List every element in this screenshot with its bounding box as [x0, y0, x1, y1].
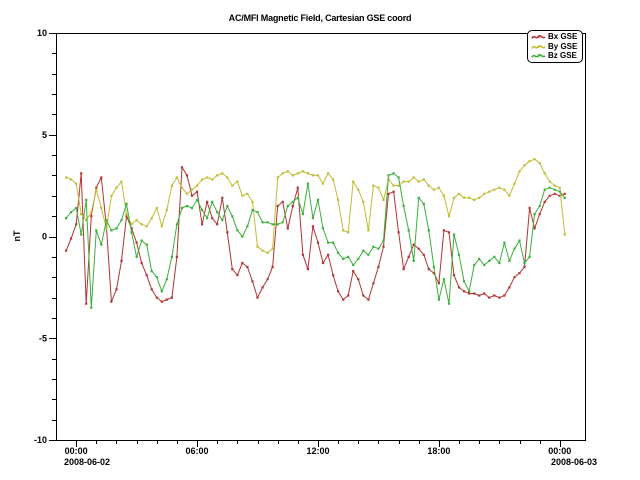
x-tick-label: 06:00 [186, 446, 209, 456]
bz-line-sample-icon [531, 52, 546, 60]
y-tick-label: 5 [42, 130, 47, 140]
tick-label-layer: 10 5 0 -5 -10 00:00 06:00 12:00 18:00 00:00 [34, 28, 571, 456]
series-line-bx-gse [66, 167, 565, 303]
chart-title: AC/MFI Magnetic Field, Cartesian GSE coo… [229, 13, 412, 23]
series-markers-bz-gse [65, 172, 566, 309]
x-tick-label: 18:00 [427, 446, 450, 456]
x-axis-date-left: 2008-06-02 [64, 457, 110, 467]
y-axis-title: nT [12, 230, 22, 241]
bx-line-sample-icon [531, 33, 546, 41]
y-tick-label: 0 [42, 232, 47, 242]
x-tick-label: 00:00 [65, 446, 88, 456]
y-tick-label: -5 [39, 333, 47, 343]
legend-label-bx: Bx GSE [548, 33, 577, 41]
x-axis-date-right: 2008-06-03 [551, 457, 597, 467]
y-tick-label: -10 [34, 435, 47, 445]
legend-entry-bz: Bz GSE [531, 52, 582, 61]
series-line-by-gse [66, 159, 565, 253]
x-tick-label: 00:00 [548, 446, 571, 456]
legend: Bx GSE By GSE Bz GSE [527, 30, 583, 63]
plot-border [57, 34, 586, 441]
magnetic-field-chart: AC/MFI Magnetic Field, Cartesian GSE coo… [0, 0, 640, 480]
series-markers-by-gse [65, 158, 566, 254]
x-tick-label: 12:00 [306, 446, 329, 456]
legend-entry-bx: Bx GSE [531, 33, 582, 42]
legend-entry-by: By GSE [531, 42, 582, 51]
legend-label-by: By GSE [548, 43, 577, 51]
legend-label-bz: Bz GSE [548, 52, 577, 60]
by-line-sample-icon [531, 43, 546, 51]
y-tick-label: 10 [37, 28, 47, 38]
data-series-layer [65, 158, 566, 309]
plot-window: AC/MFI Magnetic Field, Cartesian GSE coo… [0, 0, 640, 480]
